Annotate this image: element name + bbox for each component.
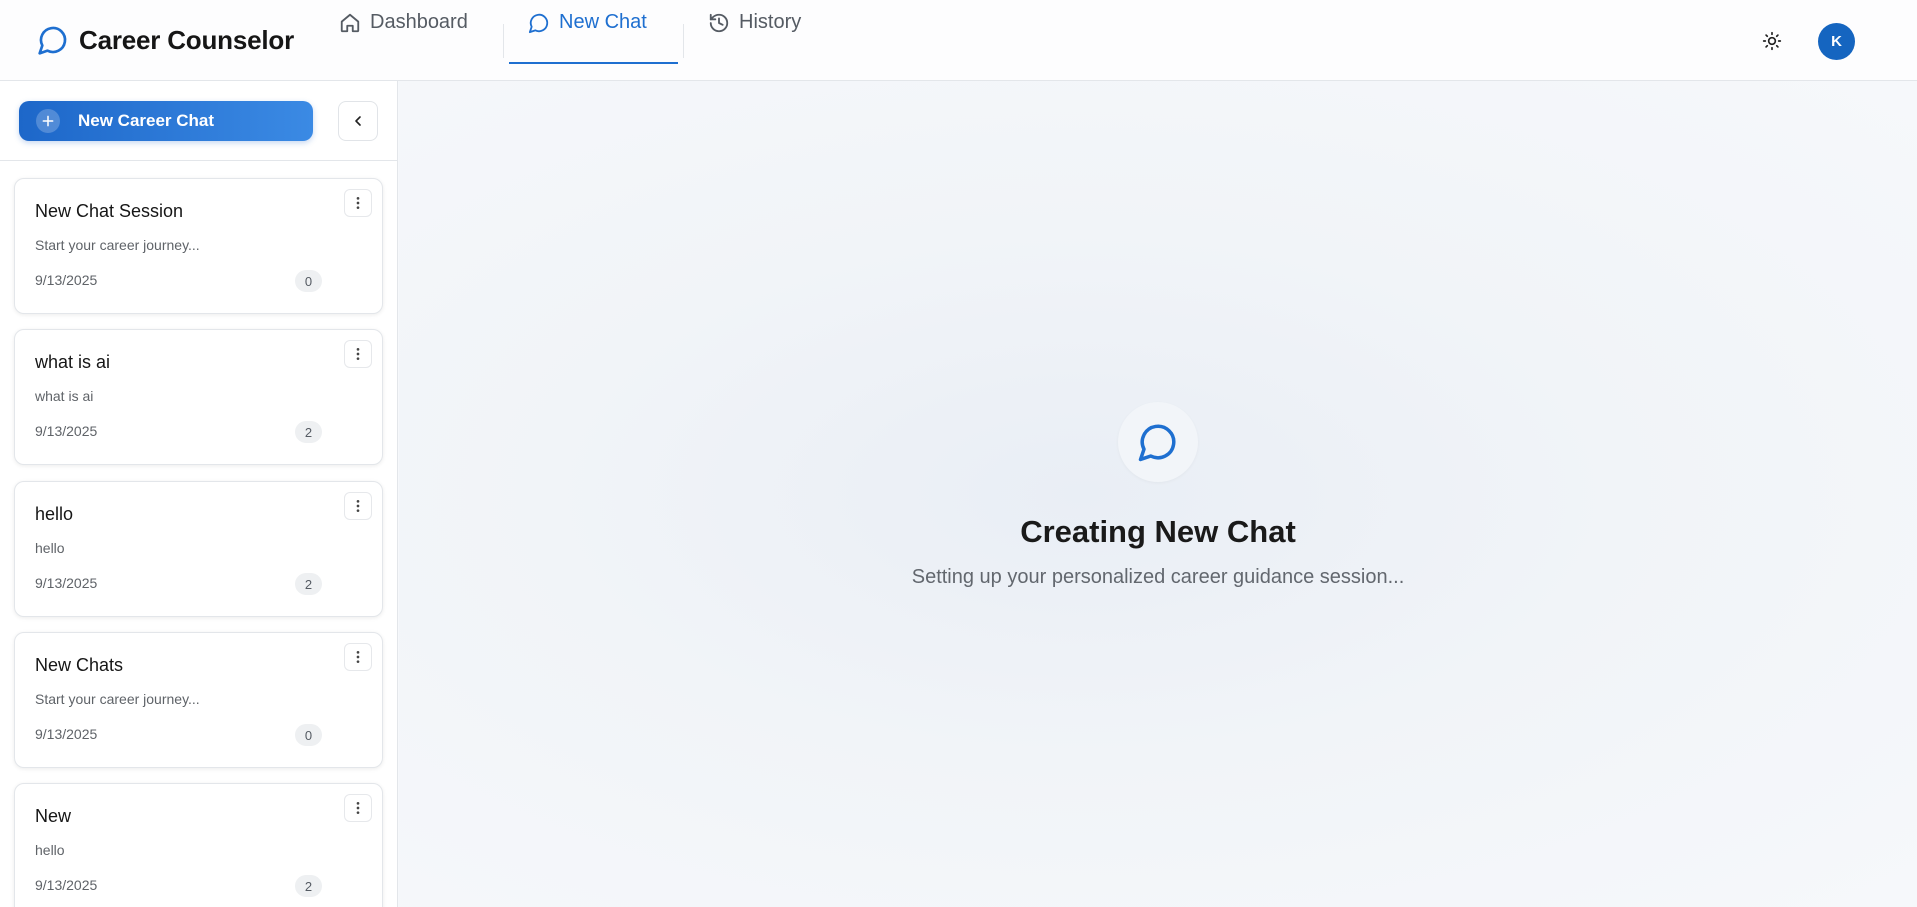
nav-divider [503, 24, 504, 58]
theme-toggle-button[interactable] [1757, 26, 1787, 56]
session-preview: Start your career journey... [35, 691, 200, 707]
message-count-badge: 0 [295, 270, 322, 292]
session-title: New Chat Session [35, 201, 184, 221]
loading-chat-indicator [1118, 402, 1198, 482]
chat-bubble-icon [38, 26, 67, 55]
collapse-sidebar-button[interactable] [338, 101, 378, 141]
home-icon [340, 13, 360, 32]
session-preview: Start your career journey... [35, 237, 200, 253]
main-content: Creating New Chat Setting up your person… [399, 81, 1917, 907]
nav-history-label: History [739, 11, 802, 33]
loading-subtitle: Setting up your personalized career guid… [911, 566, 1405, 588]
brand[interactable]: Career Counselor [37, 24, 294, 56]
chevron-left-icon [355, 116, 361, 126]
sidebar: New Career Chat New Chat Session Start y… [0, 81, 398, 907]
nav-dashboard[interactable]: Dashboard [339, 0, 468, 45]
chat-bubble-icon [1138, 424, 1176, 462]
new-career-chat-label: New Career Chat [78, 111, 215, 130]
nav-new-chat-label: New Chat [559, 11, 647, 33]
session-options-button[interactable] [344, 492, 372, 520]
more-vertical-icon [356, 500, 360, 512]
session-title: hello [35, 504, 74, 524]
sidebar-toolbar: New Career Chat [0, 81, 397, 161]
session-date: 9/13/2025 [35, 726, 98, 742]
session-title: New Chats [35, 655, 124, 675]
more-vertical-icon [356, 197, 360, 209]
chat-session-card[interactable]: New Chats Start your career journey... 9… [14, 632, 383, 768]
session-options-button[interactable] [344, 643, 372, 671]
nav-history[interactable]: History [708, 0, 801, 45]
loading-title: Creating New Chat [1020, 514, 1296, 549]
message-count-badge: 2 [295, 573, 322, 595]
message-count-badge: 0 [295, 724, 322, 746]
session-title: what is ai [35, 352, 111, 372]
session-options-button[interactable] [344, 189, 372, 217]
session-date: 9/13/2025 [35, 575, 98, 591]
chat-bubble-icon [528, 13, 549, 33]
active-tab-indicator [509, 62, 678, 64]
more-vertical-icon [356, 802, 360, 814]
nav-new-chat[interactable]: New Chat [528, 0, 647, 45]
sun-icon [1762, 31, 1782, 51]
session-date: 9/13/2025 [35, 877, 98, 893]
session-date: 9/13/2025 [35, 272, 98, 288]
top-header: Career Counselor Dashboard New Chat Hist… [0, 0, 1917, 81]
more-vertical-icon [356, 348, 360, 360]
session-date: 9/13/2025 [35, 423, 98, 439]
session-preview: hello [35, 540, 65, 556]
chat-session-card[interactable]: New hello 9/13/2025 2 [14, 783, 383, 907]
session-preview: what is ai [35, 388, 94, 404]
session-options-button[interactable] [344, 340, 372, 368]
plus-icon [36, 109, 60, 133]
user-avatar[interactable]: K [1818, 23, 1855, 60]
message-count-badge: 2 [295, 875, 322, 897]
nav-dashboard-label: Dashboard [370, 11, 468, 33]
session-preview: hello [35, 842, 65, 858]
more-vertical-icon [356, 651, 360, 663]
message-count-badge: 2 [295, 421, 322, 443]
app-title: Career Counselor [79, 24, 294, 55]
session-title: New [35, 806, 72, 826]
history-icon [709, 13, 729, 32]
nav-divider [683, 24, 684, 58]
chat-session-card[interactable]: hello hello 9/13/2025 2 [14, 481, 383, 617]
new-career-chat-button[interactable]: New Career Chat [19, 101, 313, 141]
session-options-button[interactable] [344, 794, 372, 822]
chat-session-card[interactable]: what is ai what is ai 9/13/2025 2 [14, 329, 383, 465]
chat-session-card[interactable]: New Chat Session Start your career journ… [14, 178, 383, 314]
